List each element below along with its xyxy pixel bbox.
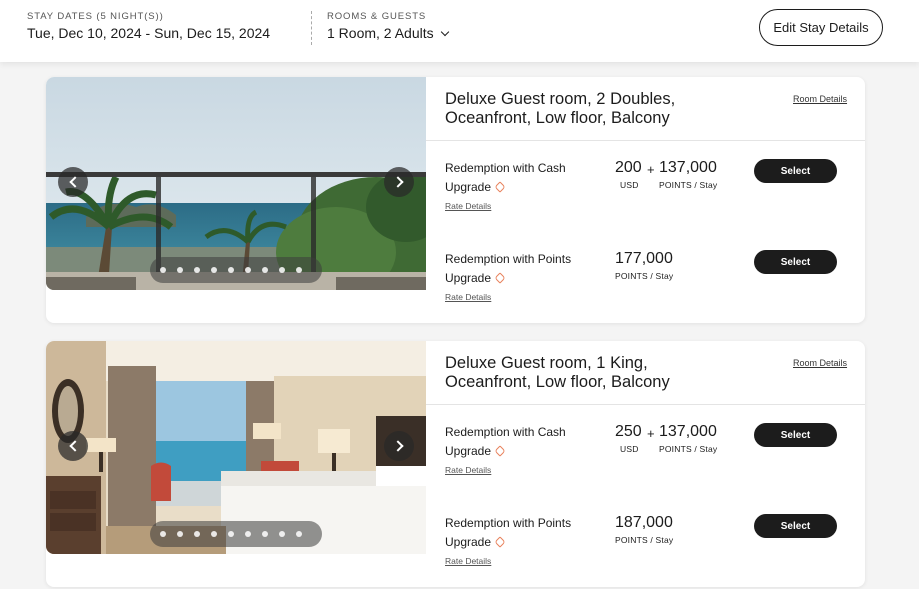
divider <box>426 140 865 141</box>
points-amount: 137,000 <box>659 159 717 176</box>
select-rate-button[interactable]: Select <box>754 250 837 274</box>
room-title: Deluxe Guest room, 1 King, Oceanfront, L… <box>445 354 670 391</box>
upgrade-label: Upgrade <box>445 271 506 285</box>
carousel-pagination <box>150 257 322 283</box>
tag-icon <box>494 536 506 548</box>
plus-sign: + <box>647 426 655 441</box>
rooms-guests-value: 1 Room, 2 Adults <box>327 25 434 41</box>
rate-name: Redemption with Cash <box>445 161 566 175</box>
cash-amount: 200 <box>615 159 642 176</box>
room-details-link[interactable]: Room Details <box>793 358 847 368</box>
carousel-dot[interactable] <box>211 267 217 273</box>
room-title: Deluxe Guest room, 2 Doubles, Oceanfront… <box>445 90 676 127</box>
rate-details-link[interactable]: Rate Details <box>445 292 491 302</box>
chevron-down-icon <box>440 27 449 37</box>
divider <box>426 404 865 405</box>
room-card: Deluxe Guest room, 2 Doubles, Oceanfront… <box>46 77 865 323</box>
rooms-guests-dropdown[interactable]: 1 Room, 2 Adults <box>327 25 449 41</box>
room-card: Deluxe Guest room, 1 King, Oceanfront, L… <box>46 341 865 587</box>
carousel-dot[interactable] <box>211 531 217 537</box>
points-unit: POINTS / Stay <box>615 535 674 545</box>
carousel-pagination <box>150 521 322 547</box>
stay-header: STAY DATES (5 NIGHT(S)) Tue, Dec 10, 202… <box>0 0 919 62</box>
upgrade-label: Upgrade <box>445 535 506 549</box>
stay-dates-value[interactable]: Tue, Dec 10, 2024 - Sun, Dec 15, 2024 <box>27 25 270 41</box>
rooms-guests-label: ROOMS & GUESTS <box>327 11 427 22</box>
rate-name: Redemption with Cash <box>445 425 566 439</box>
carousel-next-button[interactable] <box>384 431 414 461</box>
room-photo-carousel[interactable] <box>46 77 426 290</box>
rate-name: Redemption with Points <box>445 252 572 266</box>
carousel-dot[interactable] <box>160 531 166 537</box>
upgrade-label: Upgrade <box>445 444 506 458</box>
edit-stay-details-button[interactable]: Edit Stay Details <box>759 9 883 46</box>
carousel-dot[interactable] <box>262 531 268 537</box>
tag-icon <box>494 272 506 284</box>
points-amount: 137,000 <box>659 423 717 440</box>
select-rate-button[interactable]: Select <box>754 159 837 183</box>
carousel-dot[interactable] <box>245 531 251 537</box>
upgrade-label: Upgrade <box>445 180 506 194</box>
points-unit: POINTS / Stay <box>615 271 674 281</box>
tag-icon <box>494 181 506 193</box>
carousel-dot[interactable] <box>279 531 285 537</box>
select-rate-button[interactable]: Select <box>754 423 837 447</box>
rate-name: Redemption with Points <box>445 516 572 530</box>
rate-details-link[interactable]: Rate Details <box>445 201 491 211</box>
rate-details-link[interactable]: Rate Details <box>445 556 491 566</box>
carousel-dot[interactable] <box>296 531 302 537</box>
carousel-dot[interactable] <box>177 531 183 537</box>
carousel-dot[interactable] <box>160 267 166 273</box>
carousel-dot[interactable] <box>296 267 302 273</box>
carousel-prev-button[interactable] <box>58 431 88 461</box>
points-unit: POINTS / Stay <box>659 444 718 454</box>
select-rate-button[interactable]: Select <box>754 514 837 538</box>
carousel-dot[interactable] <box>228 267 234 273</box>
carousel-dot[interactable] <box>194 531 200 537</box>
cash-unit: USD <box>620 180 639 190</box>
points-amount: 177,000 <box>615 250 673 267</box>
carousel-dot[interactable] <box>194 267 200 273</box>
carousel-dot[interactable] <box>279 267 285 273</box>
room-photo-carousel[interactable] <box>46 341 426 554</box>
room-list: Deluxe Guest room, 2 Doubles, Oceanfront… <box>36 62 883 589</box>
cash-unit: USD <box>620 444 639 454</box>
carousel-next-button[interactable] <box>384 167 414 197</box>
tag-icon <box>494 445 506 457</box>
carousel-dot[interactable] <box>228 531 234 537</box>
points-amount: 187,000 <box>615 514 673 531</box>
cash-amount: 250 <box>615 423 642 440</box>
stay-dates-label: STAY DATES (5 NIGHT(S)) <box>27 11 164 22</box>
header-divider <box>311 11 312 45</box>
carousel-dot[interactable] <box>177 267 183 273</box>
carousel-dot[interactable] <box>262 267 268 273</box>
points-unit: POINTS / Stay <box>659 180 718 190</box>
plus-sign: + <box>647 162 655 177</box>
room-details-link[interactable]: Room Details <box>793 94 847 104</box>
rate-details-link[interactable]: Rate Details <box>445 465 491 475</box>
carousel-prev-button[interactable] <box>58 167 88 197</box>
carousel-dot[interactable] <box>245 267 251 273</box>
